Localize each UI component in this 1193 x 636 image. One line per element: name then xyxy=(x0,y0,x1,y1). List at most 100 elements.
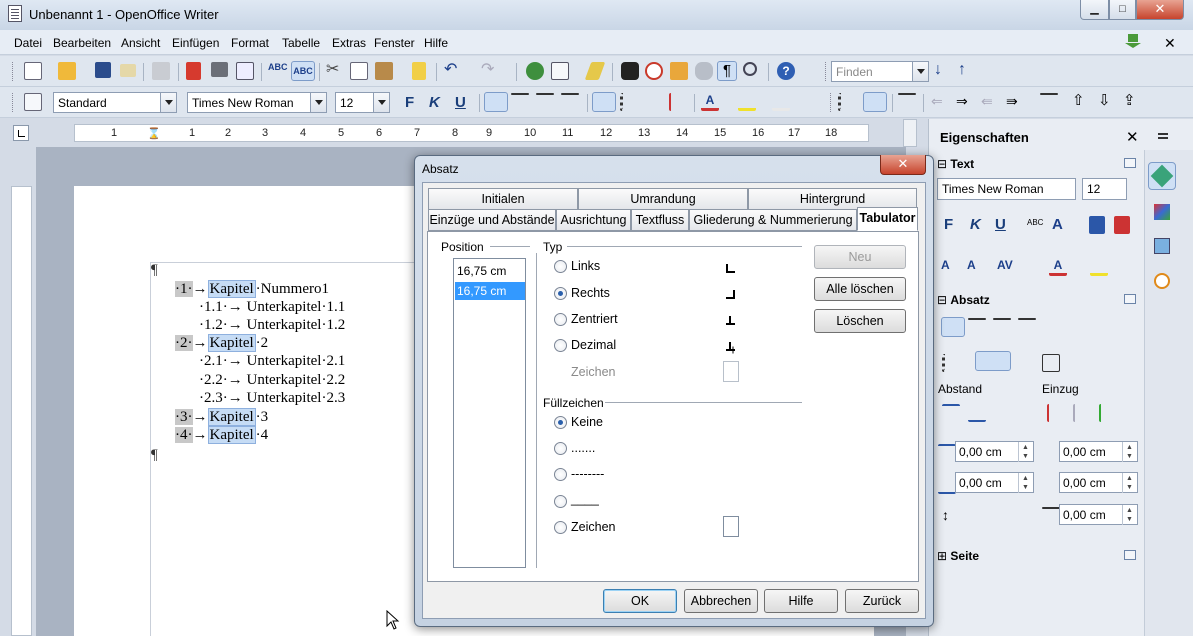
insert-unnumbered-icon[interactable] xyxy=(1040,93,1058,95)
highlighting-icon[interactable] xyxy=(738,93,756,111)
menu-datei[interactable]: Datei xyxy=(14,36,42,50)
sidebar-close-button[interactable]: ✕ xyxy=(1126,128,1139,146)
navigator-tab-icon[interactable] xyxy=(1149,268,1175,294)
fill-zeichen-radio[interactable] xyxy=(554,521,567,534)
shrink-font-icon[interactable] xyxy=(1114,216,1130,234)
paste-icon[interactable] xyxy=(375,62,393,80)
minimize-button[interactable]: ▁ xyxy=(1080,0,1109,20)
bold-button[interactable]: F xyxy=(405,94,414,111)
sidebar-line-spacing-icon[interactable]: ↕ xyxy=(942,507,960,525)
tab-textfluss[interactable]: Textfluss xyxy=(631,209,689,231)
strikethrough-icon[interactable]: ABC xyxy=(1027,218,1045,236)
toolbar-grip[interactable] xyxy=(12,62,16,81)
shadow-icon[interactable]: A xyxy=(1052,216,1070,234)
type-links-label[interactable]: Links xyxy=(571,259,600,273)
sidebar-menu-icon[interactable] xyxy=(1158,131,1170,141)
hanging-indent-icon[interactable] xyxy=(1099,404,1117,422)
open-folder-icon[interactable] xyxy=(58,62,76,80)
grow-font-icon[interactable] xyxy=(1089,216,1105,234)
subheading-line[interactable]: ·2.2·→ Unterkapitel·2.2 xyxy=(199,372,345,389)
tab-ausrichtung[interactable]: Ausrichtung xyxy=(556,209,631,231)
type-zentriert-radio[interactable] xyxy=(554,313,567,326)
menu-fenster[interactable]: Fenster xyxy=(374,36,415,50)
above-paragraph-spacing-input[interactable]: 0,00 cm xyxy=(955,441,1034,462)
maximize-button[interactable]: □ xyxy=(1109,0,1136,20)
type-dezimal-label[interactable]: Dezimal xyxy=(571,338,616,352)
fill-dashes-radio[interactable] xyxy=(554,468,567,481)
move-down-icon[interactable]: ⇩ xyxy=(1098,93,1116,111)
hyperlink-icon[interactable] xyxy=(526,62,544,80)
line-spacing-icon[interactable] xyxy=(898,93,916,95)
after-text-indent-input[interactable]: 0,00 cm xyxy=(1059,472,1138,493)
email-icon[interactable] xyxy=(120,64,136,77)
heading-line[interactable]: ·3·→ Kapitel ·3 xyxy=(175,408,268,426)
styles-formatting-icon[interactable] xyxy=(24,93,42,111)
tab-initialen[interactable]: Initialen xyxy=(428,188,578,210)
sidebar-italic-button[interactable]: K xyxy=(970,216,981,233)
menu-einfuegen[interactable]: Einfügen xyxy=(172,36,219,50)
position-list-item[interactable]: 16,75 cm xyxy=(455,282,525,300)
numbering-list-icon[interactable] xyxy=(863,92,887,112)
page-more-options-button[interactable] xyxy=(1124,550,1136,560)
heading-line[interactable]: ·2·→ Kapitel ·2 xyxy=(175,334,268,352)
paragraph-background-icon[interactable] xyxy=(1042,354,1060,372)
data-sources-icon[interactable] xyxy=(695,62,713,80)
close-document-button[interactable]: ✕ xyxy=(1164,35,1176,52)
bullets-icon[interactable] xyxy=(620,93,638,111)
undo-icon[interactable]: ↶ xyxy=(444,62,462,80)
autospellcheck-icon[interactable]: ABC xyxy=(291,61,315,81)
help-icon[interactable]: ? xyxy=(777,62,795,80)
numbering-on-icon[interactable] xyxy=(592,92,616,112)
page-section-header[interactable]: Seite xyxy=(937,549,979,563)
sidebar-bullets-icon[interactable] xyxy=(942,354,960,372)
move-up-subpoints-icon[interactable]: ⇪ xyxy=(1123,93,1141,111)
hilfe-button[interactable]: Hilfe xyxy=(764,589,838,613)
justify-icon[interactable] xyxy=(561,93,579,95)
loeschen-button[interactable]: Löschen xyxy=(814,309,906,333)
increase-indent-icon[interactable] xyxy=(669,93,687,111)
vertical-ruler[interactable] xyxy=(11,186,32,636)
subheading-line[interactable]: ·1.2·→ Unterkapitel·1.2 xyxy=(199,317,345,334)
font-color-icon[interactable]: A xyxy=(701,93,719,111)
close-window-button[interactable]: ✕ xyxy=(1136,0,1184,20)
ok-button[interactable]: OK xyxy=(603,589,677,613)
position-input[interactable]: 16,75 cm xyxy=(455,262,525,280)
neu-button[interactable]: Neu xyxy=(814,245,906,269)
menu-ansicht[interactable]: Ansicht xyxy=(121,36,160,50)
sidebar-highlight-icon[interactable] xyxy=(1090,258,1108,276)
menu-hilfe[interactable]: Hilfe xyxy=(424,36,448,50)
copy-icon[interactable] xyxy=(350,62,368,80)
fill-keine-radio[interactable] xyxy=(554,416,567,429)
table-icon[interactable] xyxy=(551,62,569,80)
sidebar-align-left-icon[interactable] xyxy=(941,317,965,337)
subheading-line[interactable]: ·2.1·→ Unterkapitel·2.1 xyxy=(199,353,345,370)
fill-dashes-label[interactable]: -------- xyxy=(571,467,604,481)
export-pdf-icon[interactable] xyxy=(186,62,201,80)
spellcheck-icon[interactable]: ABC xyxy=(268,62,288,80)
tab-type-selector[interactable] xyxy=(13,125,29,141)
sidebar-font-color-icon[interactable]: A xyxy=(1049,258,1067,276)
type-links-radio[interactable] xyxy=(554,260,567,273)
sidebar-size-select[interactable]: 12 xyxy=(1082,178,1127,200)
move-up-icon[interactable]: ⇧ xyxy=(1072,93,1090,111)
print-icon[interactable] xyxy=(211,62,228,77)
menu-bearbeiten[interactable]: Bearbeiten xyxy=(53,36,111,50)
draw-functions-icon[interactable] xyxy=(584,62,606,80)
find-replace-icon[interactable] xyxy=(621,62,639,80)
subscript-icon[interactable]: A xyxy=(967,258,985,276)
horizontal-ruler[interactable]: 1 ⌛ 1 2 3 4 5 6 7 8 9 10 11 12 13 14 15 … xyxy=(74,124,869,142)
increase-spacing-icon[interactable] xyxy=(942,404,960,422)
styles-tab-icon[interactable] xyxy=(1149,199,1175,225)
alle-loeschen-button[interactable]: Alle löschen xyxy=(814,277,906,301)
heading-line[interactable]: ·4·→ Kapitel ·4 xyxy=(175,426,268,444)
abbrechen-button[interactable]: Abbrechen xyxy=(684,589,758,613)
zoom-icon[interactable] xyxy=(743,62,757,76)
scroll-up-button[interactable] xyxy=(903,119,917,147)
background-color-icon[interactable] xyxy=(772,93,790,111)
superscript-icon[interactable]: A xyxy=(941,258,959,276)
paragraph-section-header[interactable]: Absatz xyxy=(937,293,989,307)
properties-tab-icon[interactable] xyxy=(1148,162,1176,190)
new-document-icon[interactable] xyxy=(24,62,42,80)
first-line-indent-input[interactable]: 0,00 cm xyxy=(1059,504,1138,525)
tab-umrandung[interactable]: Umrandung xyxy=(578,188,748,210)
